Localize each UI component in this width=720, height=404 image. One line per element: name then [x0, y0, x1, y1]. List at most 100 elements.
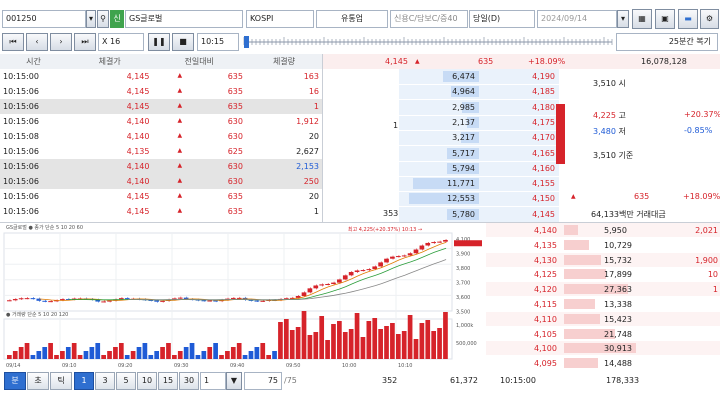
- ask-left-bottom: 353: [383, 209, 399, 218]
- grid-view-button[interactable]: ▦: [632, 9, 652, 29]
- volume-bar: [360, 337, 366, 359]
- candle: [401, 255, 407, 257]
- col-price: 체결가: [98, 57, 121, 66]
- bid-row[interactable]: 4,130 15,732 1,900: [486, 252, 720, 267]
- period-1[interactable]: 1: [74, 372, 94, 390]
- search-button[interactable]: ⚲: [97, 10, 109, 28]
- row-change-value: 635: [227, 102, 243, 111]
- high-value: 4,225: [593, 111, 616, 120]
- bar-count-input[interactable]: 75: [244, 372, 282, 390]
- bid-row[interactable]: 4,105 21,748: [486, 326, 720, 341]
- next-button[interactable]: ›: [50, 33, 72, 51]
- pause-button[interactable]: ❚❚: [148, 33, 170, 51]
- period-30[interactable]: 30: [179, 372, 199, 390]
- period-dropdown-button[interactable]: ▼: [226, 372, 242, 390]
- bid-row[interactable]: 4,140 5,950 2,021: [486, 223, 720, 237]
- ask-price: 4,170: [532, 133, 555, 143]
- ask-row[interactable]: 11,771 4,155: [399, 176, 559, 193]
- market-tab[interactable]: 신: [110, 10, 124, 28]
- folder-button[interactable]: ▬: [678, 9, 698, 29]
- volume-bar: [319, 316, 325, 359]
- bid-depth-bar: [564, 254, 601, 265]
- ask-row[interactable]: 2,137 4,175: [399, 115, 559, 131]
- volume-bar: [283, 319, 289, 359]
- ask-row[interactable]: 2,985 4,180: [399, 100, 559, 116]
- skip-first-button[interactable]: ⏮: [2, 33, 24, 51]
- period-5[interactable]: 5: [116, 372, 136, 390]
- bid-row[interactable]: 4,095 14,488: [486, 356, 720, 371]
- bid-qty: 15,423: [604, 314, 632, 324]
- bid-row[interactable]: 4,125 17,899 10: [486, 267, 720, 282]
- bid-row[interactable]: 4,100 30,913: [486, 341, 720, 356]
- ask-row[interactable]: 5,780 4,145: [399, 207, 559, 223]
- period-15-label: 15: [162, 376, 174, 385]
- price-volume-chart[interactable]: 4,1003,9003,8003,7003,6003,5001,000k500,…: [0, 223, 486, 371]
- speed-select[interactable]: X 16: [98, 33, 144, 51]
- tab-second[interactable]: 초: [27, 372, 49, 390]
- settings-button[interactable]: ⚙: [700, 9, 719, 29]
- row-price: 4,145: [126, 87, 150, 96]
- summary-change: 635: [478, 57, 494, 66]
- timeline-ticks: [243, 36, 613, 48]
- bottom-toolbar: 분 초 틱 1 3 5 10 15 30 1 ▼ 75 /75 352 61,3…: [0, 372, 720, 390]
- high-annotation: 최고 4,225(+20.37%) 10:13 →: [348, 227, 423, 233]
- chevron-down-icon: ▼: [230, 376, 238, 385]
- row-change: ▲ 635: [152, 69, 246, 84]
- up-triangle-icon: ▲: [177, 132, 183, 139]
- ask-qty: 5,794: [452, 163, 475, 173]
- tab-tick[interactable]: 틱: [50, 372, 72, 390]
- candle: [177, 297, 183, 299]
- period-15[interactable]: 15: [158, 372, 178, 390]
- daily-mode: 당일(D): [473, 14, 501, 23]
- bid-row[interactable]: 4,135 10,729: [486, 237, 720, 252]
- ask-qty: 6,474: [452, 72, 475, 81]
- row-time: 10:15:06: [3, 177, 39, 186]
- table-row: 10:15:06 4,145 ▲ 635 1: [0, 204, 322, 219]
- row-price: 4,140: [126, 132, 150, 141]
- trade-table: 시간 체결가 전일대비 체결량 10:15:00 4,145 ▲ 635 163 10:1…: [0, 54, 322, 219]
- trade-ticks-panel: 시간 체결가 전일대비 체결량 10:15:00 4,145 ▲ 635 163 10:1…: [0, 54, 322, 222]
- ask-row[interactable]: 5,717 4,165: [399, 146, 559, 162]
- date-field[interactable]: 2024/09/14: [537, 10, 617, 28]
- bid-row[interactable]: 4,120 27,363 1: [486, 282, 720, 297]
- ask-price: 4,160: [532, 163, 555, 173]
- candle: [260, 300, 266, 302]
- tab-minute[interactable]: 분: [4, 372, 26, 390]
- ask-price: 4,145: [532, 209, 555, 219]
- volume-bar: [7, 355, 12, 359]
- ask-price: 4,155: [532, 179, 555, 189]
- stock-name-field[interactable]: GS글로벌: [125, 10, 243, 28]
- bid-row[interactable]: 4,115 13,338: [486, 297, 720, 311]
- stock-code-input[interactable]: 001250: [2, 10, 86, 28]
- market-tab-label: 신: [113, 14, 121, 23]
- volume-bar: [213, 343, 218, 359]
- replay-timeline-slider[interactable]: [242, 33, 614, 51]
- row-volume: 20: [308, 192, 319, 201]
- bid-row[interactable]: 4,110 15,423: [486, 311, 720, 326]
- stop-button[interactable]: ■: [172, 33, 194, 51]
- save-button[interactable]: ▣: [655, 9, 675, 29]
- ask-row[interactable]: 5,794 4,160: [399, 161, 559, 177]
- period-3[interactable]: 3: [95, 372, 115, 390]
- sector-name: 유통업: [340, 14, 364, 23]
- ask-qty: 5,780: [452, 209, 475, 219]
- up-triangle-icon: ▲: [177, 162, 183, 169]
- skip-last-button[interactable]: ⏭: [74, 33, 96, 51]
- prev-button[interactable]: ‹: [26, 33, 48, 51]
- ask-row[interactable]: 4,964 4,185: [399, 84, 559, 101]
- orderbook-ask-panel: 4,145 ▲ 635 +18.09% 16,078,128 1 353 6,4…: [323, 54, 720, 223]
- code-dropdown-button[interactable]: ▾: [86, 10, 96, 28]
- date-picker-button[interactable]: ▾: [617, 10, 629, 28]
- ask-row[interactable]: 6,474 4,190: [399, 69, 559, 85]
- bid-price: 4,110: [534, 314, 557, 324]
- candle: [331, 282, 336, 285]
- period-10[interactable]: 10: [137, 372, 157, 390]
- y-tick-label: 3,600: [456, 295, 470, 301]
- skip-start-icon: ⏮: [9, 37, 17, 46]
- credit-field: 신용C/담보C/증40: [390, 10, 468, 28]
- bar-count: 75: [267, 376, 278, 385]
- ask-price: 4,175: [532, 117, 555, 127]
- ask-row[interactable]: 12,553 4,150: [399, 191, 559, 208]
- period-input[interactable]: 1: [200, 372, 226, 390]
- ask-row[interactable]: 3,217 4,170: [399, 130, 559, 147]
